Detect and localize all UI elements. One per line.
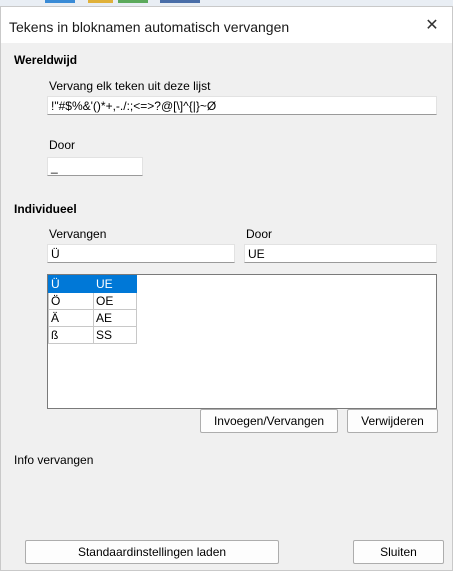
table-row[interactable]: Ä AE xyxy=(48,309,137,327)
table-row[interactable]: ß SS xyxy=(48,326,137,344)
table-row[interactable]: Ü UE xyxy=(48,275,137,293)
individual-by-field[interactable]: UE xyxy=(244,244,437,263)
global-heading: Wereldwijd xyxy=(14,53,78,67)
replacement-list[interactable]: Ü UE Ö OE Ä AE ß SS xyxy=(47,274,437,409)
info-replace-label: Info vervangen xyxy=(14,453,94,467)
delete-button[interactable]: Verwijderen xyxy=(347,409,438,433)
global-replace-label: Vervang elk teken uit deze lijst xyxy=(49,79,211,93)
individual-replace-field[interactable]: Ü xyxy=(47,244,235,263)
global-replace-field[interactable]: !"#$%&'()*+,-./:;<=>?@[\]^{|}~Ø xyxy=(47,96,437,115)
individual-replace-label: Vervangen xyxy=(49,227,107,241)
close-icon[interactable]: ✕ xyxy=(412,7,452,43)
individual-heading: Individueel xyxy=(14,202,77,216)
replacement-table: Ü UE Ö OE Ä AE ß SS xyxy=(48,275,137,344)
replace-characters-dialog: Tekens in bloknamen automatisch vervange… xyxy=(0,6,453,571)
row-from-cell: Ä xyxy=(48,309,94,327)
individual-by-label: Door xyxy=(246,227,273,241)
row-to-cell: SS xyxy=(93,326,137,344)
insert-replace-button[interactable]: Invoegen/Vervangen xyxy=(200,409,338,433)
global-by-label: Door xyxy=(49,138,76,152)
row-from-cell: ß xyxy=(48,326,94,344)
dialog-title: Tekens in bloknamen automatisch vervange… xyxy=(9,19,290,35)
row-to-cell: AE xyxy=(93,309,137,327)
row-from-cell: Ü xyxy=(48,275,94,293)
row-from-cell: Ö xyxy=(48,292,94,310)
close-button[interactable]: Sluiten xyxy=(353,540,444,564)
load-defaults-button[interactable]: Standaardinstellingen laden xyxy=(25,540,279,564)
title-bar: Tekens in bloknamen automatisch vervange… xyxy=(1,7,452,43)
global-by-field[interactable]: _ xyxy=(47,157,143,176)
table-row[interactable]: Ö OE xyxy=(48,292,137,310)
row-to-cell: OE xyxy=(93,292,137,310)
row-to-cell: UE xyxy=(93,275,137,293)
